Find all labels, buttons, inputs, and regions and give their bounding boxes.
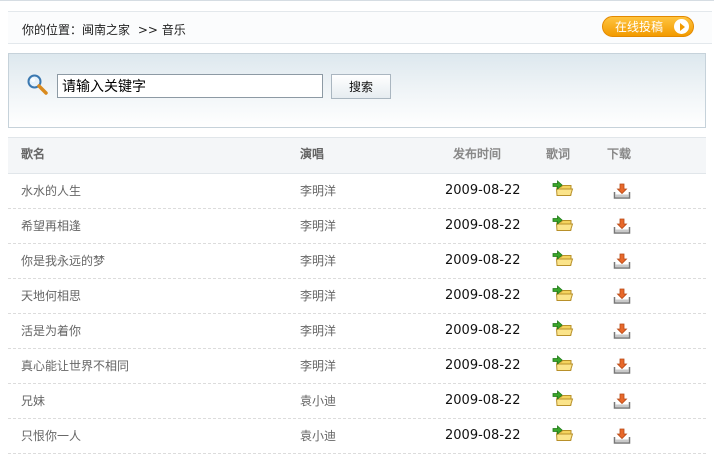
- publish-date: 2009-08-22: [445, 428, 521, 443]
- submit-online-label: 在线投稿: [615, 20, 664, 34]
- download-tray-icon: [613, 253, 631, 269]
- singer-name: 李明洋: [300, 289, 337, 303]
- header-date: 发布时间: [453, 147, 502, 161]
- download-tray-icon: [613, 393, 631, 409]
- singer-name: 李明洋: [300, 184, 337, 198]
- publish-date: 2009-08-22: [445, 218, 521, 233]
- folder-arrow-icon: [552, 250, 574, 266]
- search-button[interactable]: 搜索: [331, 74, 391, 99]
- song-name-link[interactable]: 活是为着你: [21, 314, 81, 348]
- header-singer: 演唱: [300, 147, 325, 161]
- folder-arrow-icon: [552, 285, 574, 301]
- magnifier-icon: [27, 74, 48, 95]
- header-download: 下载: [607, 147, 632, 161]
- song-table: 歌名 演唱 发布时间 歌词 下载 水水的人生 李明洋 2009-08-22 希望…: [8, 137, 706, 454]
- publish-date: 2009-08-22: [445, 393, 521, 408]
- singer-name: 袁小迪: [300, 429, 337, 443]
- table-row: 活是为着你 李明洋 2009-08-22: [8, 314, 706, 349]
- table-row: 天地何相思 李明洋 2009-08-22: [8, 279, 706, 314]
- download-tray-icon: [613, 323, 631, 339]
- table-row: 水水的人生 李明洋 2009-08-22: [8, 174, 706, 209]
- table-header: 歌名 演唱 发布时间 歌词 下载: [8, 137, 706, 174]
- folder-arrow-icon: [552, 320, 574, 336]
- table-row: 只恨你一人 袁小迪 2009-08-22: [8, 419, 706, 454]
- publish-date: 2009-08-22: [445, 358, 521, 373]
- header-name: 歌名: [21, 147, 46, 161]
- breadcrumb-home-link[interactable]: 闽南之家: [82, 23, 130, 37]
- song-name-link[interactable]: 你是我永远的梦: [21, 244, 105, 278]
- singer-name: 袁小迪: [300, 394, 337, 408]
- download-tray-icon: [613, 183, 631, 199]
- table-row: 你是我永远的梦 李明洋 2009-08-22: [8, 244, 706, 279]
- breadcrumb-prefix: 你的位置：: [22, 23, 83, 37]
- folder-arrow-icon: [552, 180, 574, 196]
- singer-name: 李明洋: [300, 359, 337, 373]
- top-divider: [0, 0, 714, 1]
- publish-date: 2009-08-22: [445, 288, 521, 303]
- table-row: 希望再相逢 李明洋 2009-08-22: [8, 209, 706, 244]
- singer-name: 李明洋: [300, 219, 337, 233]
- header-lyrics: 歌词: [546, 147, 571, 161]
- folder-arrow-icon: [552, 355, 574, 371]
- search-input[interactable]: [57, 74, 323, 98]
- song-name-link[interactable]: 只恨你一人: [21, 419, 81, 453]
- download-tray-icon: [613, 218, 631, 234]
- download-tray-icon: [613, 288, 631, 304]
- breadcrumb-current: 音乐: [161, 23, 186, 37]
- singer-name: 李明洋: [300, 254, 337, 268]
- song-name-link[interactable]: 兄妹: [21, 384, 45, 418]
- table-row: 兄妹 袁小迪 2009-08-22: [8, 384, 706, 419]
- play-arrow-icon: [674, 19, 689, 34]
- song-name-link[interactable]: 希望再相逢: [21, 209, 81, 243]
- search-panel: 搜索: [8, 53, 706, 128]
- download-tray-icon: [613, 428, 631, 444]
- song-name-link[interactable]: 真心能让世界不相同: [21, 349, 129, 383]
- breadcrumb-bar: 你的位置：闽南之家 >> 音乐 在线投稿: [8, 11, 712, 44]
- song-name-link[interactable]: 天地何相思: [21, 279, 81, 313]
- publish-date: 2009-08-22: [445, 183, 521, 198]
- folder-arrow-icon: [552, 425, 574, 441]
- folder-arrow-icon: [552, 215, 574, 231]
- download-tray-icon: [613, 358, 631, 374]
- submit-online-button[interactable]: 在线投稿: [602, 16, 694, 37]
- breadcrumb: 你的位置：闽南之家 >> 音乐: [22, 21, 186, 38]
- breadcrumb-separator: >>: [137, 23, 158, 37]
- publish-date: 2009-08-22: [445, 253, 521, 268]
- table-body: 水水的人生 李明洋 2009-08-22 希望再相逢 李明洋 2009-08-2…: [8, 174, 706, 454]
- folder-arrow-icon: [552, 390, 574, 406]
- singer-name: 李明洋: [300, 324, 337, 338]
- publish-date: 2009-08-22: [445, 323, 521, 338]
- song-name-link[interactable]: 水水的人生: [21, 174, 81, 208]
- table-row: 真心能让世界不相同 李明洋 2009-08-22: [8, 349, 706, 384]
